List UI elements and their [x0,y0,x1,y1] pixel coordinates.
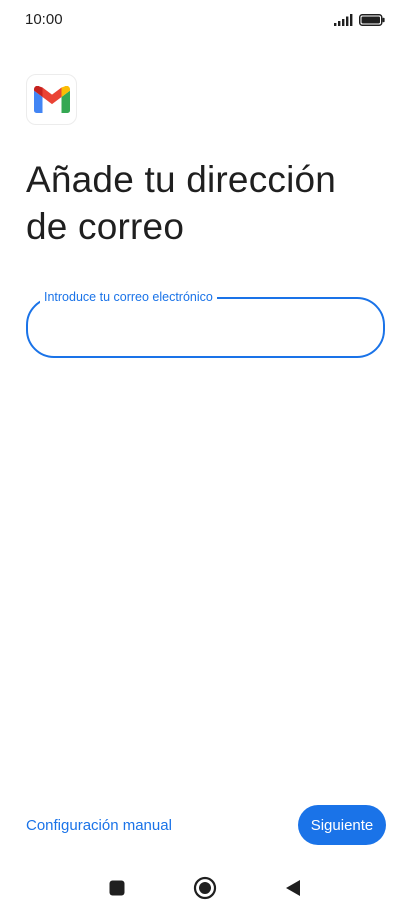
page-title-line1: Añade tu dirección [26,159,337,200]
screen: 10:00 Añade tu dirección de correo Intro… [0,0,411,914]
page-title-line2: de correo [26,206,185,247]
status-icons [334,13,385,27]
email-field[interactable]: Introduce tu correo electrónico [26,289,385,358]
email-field-label: Introduce tu correo electrónico [40,289,217,305]
back-button[interactable] [279,874,307,902]
next-button[interactable]: Siguiente [298,805,386,845]
home-icon [193,876,217,900]
gmail-logo [26,74,77,125]
recents-button[interactable] [103,874,131,902]
page-title: Añade tu dirección de correo [26,156,386,250]
gmail-icon [33,86,70,113]
email-input[interactable] [46,313,366,343]
status-time: 10:00 [25,11,63,28]
status-bar: 10:00 [0,0,411,40]
back-icon [286,880,300,896]
signal-icon [334,14,353,26]
battery-icon [359,14,385,26]
home-button[interactable] [191,874,219,902]
manual-setup-link[interactable]: Configuración manual [26,817,172,835]
navigation-bar [0,866,411,906]
recents-icon [109,880,125,896]
